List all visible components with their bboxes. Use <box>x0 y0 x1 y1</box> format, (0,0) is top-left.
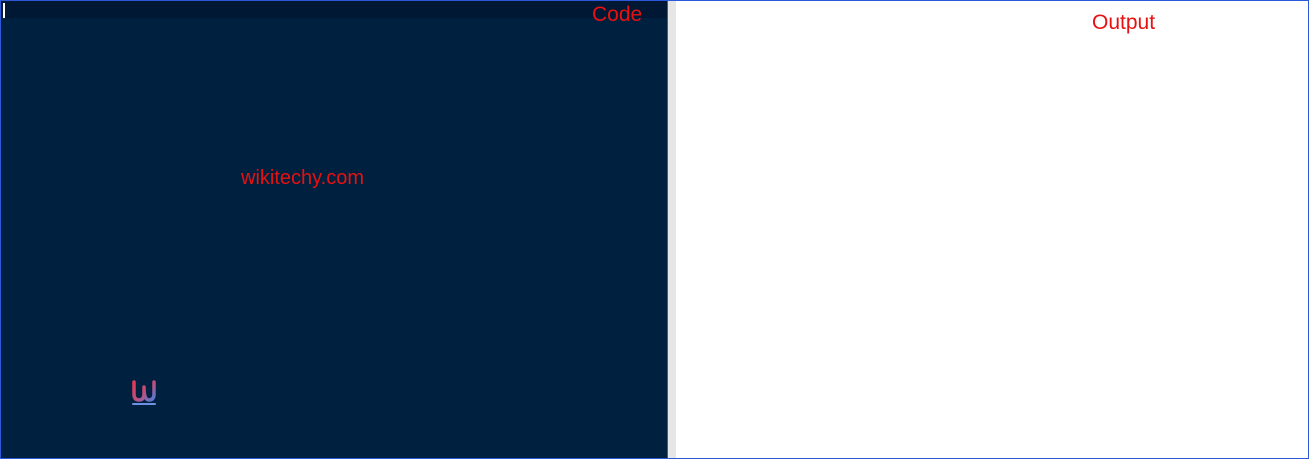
pane-divider[interactable] <box>668 1 676 458</box>
code-topbar <box>1 1 667 18</box>
output-label: Output <box>1092 11 1156 34</box>
code-pane[interactable]: Code wikitechy.com <box>1 1 668 458</box>
code-output-frame: Code wikitechy.com Output <box>0 0 1309 459</box>
output-pane: Output <box>676 1 1308 458</box>
wikitechy-watermark: wikitechy.com <box>241 167 364 189</box>
wikitechy-logo-icon <box>132 380 156 405</box>
text-caret <box>3 3 5 18</box>
code-label: Code <box>592 3 643 26</box>
